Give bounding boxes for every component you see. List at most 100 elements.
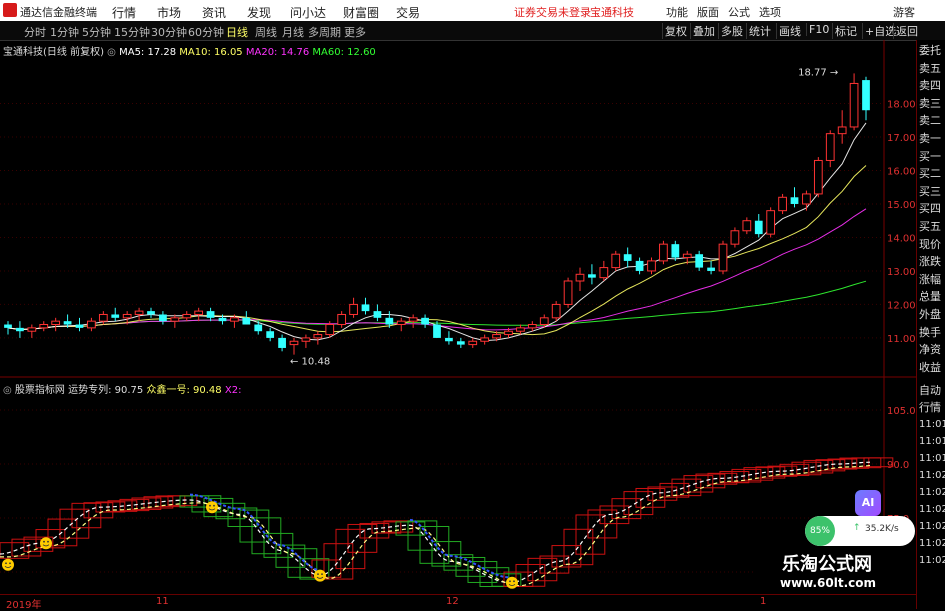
side-item[interactable]: 涨幅	[919, 273, 941, 286]
ma10-line	[7, 165, 867, 336]
tick-item: 11:02	[919, 487, 945, 498]
side-item[interactable]: 卖二	[919, 114, 941, 127]
watermark: 乐淘公式网 www.60lt.com	[754, 546, 916, 594]
mark-button[interactable]: 标记	[832, 23, 859, 39]
low-price-label: ← 10.48	[290, 357, 330, 368]
y-tick-label: 90.0	[887, 460, 909, 471]
period-daily[interactable]: 日线	[226, 24, 248, 40]
side-item[interactable]: 总量	[919, 290, 941, 303]
smiley-eye	[321, 573, 323, 575]
side-item[interactable]: 买一	[919, 150, 941, 163]
period-15min[interactable]: 15分钟	[114, 24, 150, 40]
menu-formula[interactable]: 公式	[728, 4, 750, 20]
side-item[interactable]: 卖一	[919, 132, 941, 145]
guest-user[interactable]: 游客	[893, 4, 915, 20]
period-intraday[interactable]: 分时	[24, 24, 46, 40]
menu-ask[interactable]: 问小达	[290, 4, 326, 21]
candle-body	[862, 80, 870, 111]
menu-layout[interactable]: 版面	[697, 4, 719, 20]
candle-body	[588, 274, 596, 278]
y-tick-label: 15.00	[887, 200, 916, 211]
candle-body	[230, 317, 239, 322]
tick-item: 11:02	[919, 470, 945, 481]
side-item[interactable]: 委托	[919, 44, 941, 57]
speed-widget[interactable]: 85% 35.2K/s ↑	[805, 516, 915, 546]
candle-body	[659, 243, 668, 262]
candle-body	[266, 331, 275, 338]
back-button[interactable]: 返回	[893, 23, 920, 39]
candlestick-chart[interactable]: 11.00 12.00 13.00 14.00 15.00 16.00 17.00 18.00…	[0, 40, 916, 378]
quote-side-panel: 委托 卖五 卖四 卖三 卖二 卖一 买一 买二 买三 买四 买五 现价 涨跌 涨幅 总量 外盘 换手 净资 收益 自动…	[916, 40, 945, 609]
stats-button[interactable]: 统计	[746, 23, 773, 39]
period-60min[interactable]: 60分钟	[188, 24, 224, 40]
candle-body	[111, 314, 120, 318]
menu-quotes[interactable]: 行情	[112, 4, 136, 21]
period-multi[interactable]: 多周期	[308, 24, 341, 40]
menu-options[interactable]: 选项	[759, 4, 781, 20]
y-tick-label: 12.00	[887, 300, 916, 311]
indicator-line-2	[0, 464, 871, 587]
side-item[interactable]: 外盘	[919, 308, 941, 321]
overlay-button[interactable]: 叠加	[690, 23, 717, 39]
candle-body	[373, 311, 382, 318]
menu-news[interactable]: 资讯	[202, 4, 226, 21]
side-item[interactable]: 涨跌	[919, 255, 941, 268]
period-toolbar: 分时 1分钟 5分钟 15分钟 30分钟 60分钟 日线 周线 月线 多周期 更…	[0, 21, 945, 41]
menu-trade[interactable]: 交易	[396, 4, 420, 21]
candle-body	[134, 310, 144, 315]
side-item[interactable]: 净资	[919, 343, 941, 356]
candle-body	[563, 280, 573, 305]
period-30min[interactable]: 30分钟	[151, 24, 187, 40]
side-item[interactable]: 卖五	[919, 62, 941, 75]
app-title: 通达信金融终端	[20, 6, 97, 19]
side-item[interactable]: 卖三	[919, 97, 941, 110]
side-item[interactable]: 买四	[919, 202, 941, 215]
adjust-button[interactable]: 复权	[662, 23, 689, 39]
multi-stock-button[interactable]: 多股	[718, 23, 745, 39]
side-item[interactable]: 现价	[919, 238, 941, 251]
y-tick-label: 16.00	[887, 166, 916, 177]
period-weekly[interactable]: 周线	[255, 24, 277, 40]
f10-button[interactable]: F10	[806, 23, 831, 36]
smiley-face	[206, 501, 218, 514]
watermark-title: 乐淘公式网	[782, 554, 872, 575]
speed-percent: 85%	[805, 516, 835, 546]
period-more[interactable]: 更多	[344, 24, 366, 40]
period-1min[interactable]: 1分钟	[50, 24, 79, 40]
draw-button[interactable]: 画线	[776, 23, 803, 39]
arrow-up-icon: ↑	[853, 523, 861, 533]
side-item[interactable]: 买五	[919, 220, 941, 233]
y-tick-label: 105.0	[887, 406, 916, 417]
login-notice[interactable]: 证券交易未登录	[514, 4, 591, 20]
ai-assistant-button[interactable]: AI	[855, 490, 881, 516]
menu-market[interactable]: 市场	[157, 4, 181, 21]
menu-discover[interactable]: 发现	[247, 4, 271, 21]
side-item[interactable]: 买二	[919, 167, 941, 180]
candle-body	[635, 260, 644, 271]
smiley-icon	[2, 558, 14, 571]
side-item[interactable]: 卖四	[919, 79, 941, 92]
smiley-icon	[40, 537, 52, 550]
candle-body	[301, 337, 311, 342]
candle-body	[313, 334, 323, 339]
side-item[interactable]: 收益	[919, 361, 941, 374]
candle-body	[51, 320, 61, 326]
period-5min[interactable]: 5分钟	[82, 24, 111, 40]
candle-body	[682, 253, 692, 259]
smiley-face	[314, 569, 326, 582]
candle-body	[647, 260, 656, 272]
candle-body	[289, 340, 299, 346]
y-tick-label: 18.00	[887, 100, 916, 111]
menu-function[interactable]: 功能	[666, 4, 688, 20]
side-item[interactable]: 换手	[919, 326, 941, 339]
smiley-eye	[509, 580, 511, 583]
candle-body	[361, 304, 370, 312]
candle-body	[87, 320, 96, 329]
x-axis: 2019年 11 12 1	[0, 594, 916, 611]
menu-wealth[interactable]: 财富圈	[343, 4, 379, 21]
period-monthly[interactable]: 月线	[282, 24, 304, 40]
side-item[interactable]: 买三	[919, 185, 941, 198]
candle-body	[170, 317, 180, 322]
menu-bar: 通达信金融终端 行情 市场 资讯 发现 问小达 财富圈 交易 证券交易未登录 宝…	[0, 0, 945, 22]
smiley-icon	[314, 569, 326, 582]
